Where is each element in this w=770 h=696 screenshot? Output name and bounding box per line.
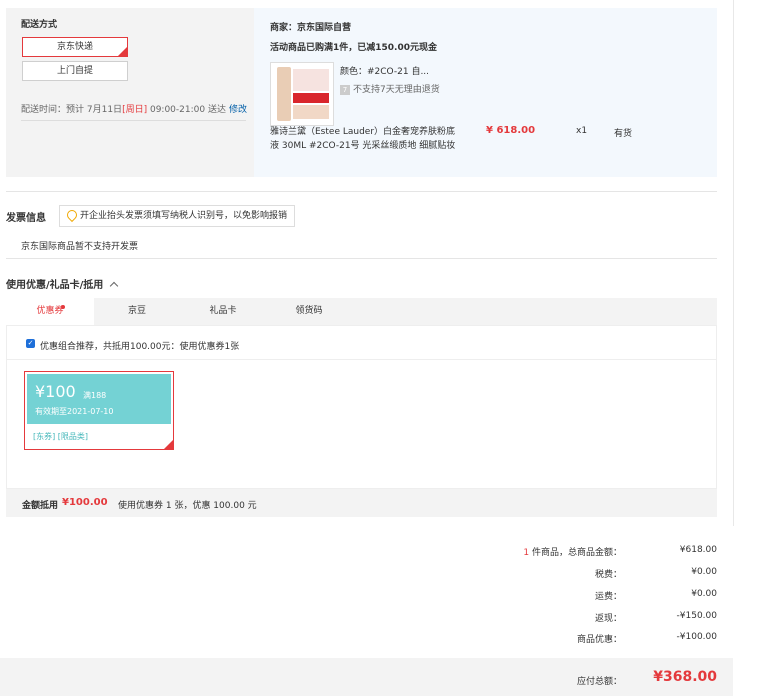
shipping-option-label: 京东快递	[56, 42, 93, 52]
discount-footer	[6, 489, 717, 517]
delivery-time: 配送时间：预计 7月11日[周日] 09:00-21:00 送达	[21, 102, 226, 115]
cashback-value: -¥150.00	[676, 611, 717, 621]
price-tag-icon	[293, 93, 329, 103]
coupon-tags: [东券] [限品类]	[33, 432, 89, 441]
delivery-range: 09:00-21:00 送达	[149, 105, 226, 115]
seller-name: 商家：京东国际自营	[270, 23, 352, 33]
location-pin-icon	[64, 207, 80, 223]
discount-title-text: 使用优惠/礼品卡/抵用	[6, 280, 104, 291]
product-qty: x1	[576, 126, 588, 136]
items-total-value: ¥618.00	[679, 545, 717, 555]
product-color: 颜色：#2CO-21 自...	[340, 67, 430, 77]
payable-bar	[0, 658, 733, 696]
coupon-card[interactable]: ¥100 满188 有效期至2021-07-10 [东券] [限品类]	[24, 371, 174, 450]
return-icon: 7	[340, 85, 350, 95]
return-policy: 7 不支持7天无理由退货	[340, 82, 440, 95]
payable-label: 应付总额：	[576, 677, 622, 687]
discount-footer-amount: ¥100.00	[62, 497, 108, 508]
divider	[6, 258, 717, 259]
discount-title[interactable]: 使用优惠/礼品卡/抵用	[6, 276, 119, 291]
edit-delivery-link[interactable]: 修改	[229, 102, 247, 115]
shipping-title: 配送方式	[21, 20, 58, 30]
selected-corner-icon	[164, 440, 173, 449]
product-title-line1: 雅诗兰黛（Estee Lauder）白金奢宠养肤粉底	[270, 127, 456, 137]
discount-label: 商品优惠：	[576, 635, 622, 645]
product-thumbnail[interactable]	[270, 62, 334, 126]
recommend-text: 优惠组合推荐，共抵用100.00元：使用优惠券1张	[40, 342, 240, 352]
items-label-text: 件商品，总商品金额：	[531, 548, 622, 558]
cashback-label: 返现：	[594, 614, 622, 624]
chevron-up-icon	[109, 281, 119, 291]
payable-value: ¥368.00	[653, 669, 717, 685]
product-title-line2: 液 30ML #2CO-21号 光采丝缎质地 细腻贴妆	[270, 141, 456, 151]
shipping-fee-label: 运费：	[594, 592, 622, 602]
promo-banner-icon	[293, 69, 329, 91]
return-policy-text: 不支持7天无理由退货	[353, 85, 440, 95]
product-stock: 有货	[614, 129, 633, 139]
discount-value: -¥100.00	[676, 632, 717, 642]
discount-footer-desc: 使用优惠券 1 张，优惠 100.00 元	[118, 501, 257, 511]
shipping-option-pickup[interactable]: 上门自提	[22, 61, 128, 81]
divider	[6, 191, 717, 192]
shipping-fee-value: ¥0.00	[691, 589, 717, 599]
coupon-condition: 满188	[83, 391, 107, 400]
coupon-validity: 有效期至2021-07-10	[35, 407, 114, 416]
delivery-time-label: 配送时间：	[21, 105, 67, 115]
tab-gift-card[interactable]: 礼品卡	[180, 298, 266, 325]
tab-jd-beans[interactable]: 京豆	[94, 298, 180, 325]
divider	[21, 120, 246, 121]
invoice-title: 发票信息	[6, 213, 46, 224]
tab-label: 优惠券	[36, 306, 64, 316]
delivery-date: 预计 7月11日	[66, 105, 123, 115]
tab-coupons[interactable]: 优惠券	[6, 298, 94, 325]
tab-redeem-code[interactable]: 领货码	[266, 298, 352, 325]
tax-label: 税费：	[594, 570, 622, 580]
invoice-tip: 开企业抬头发票须填写纳税人识别号，以免影响报销	[59, 205, 295, 227]
recommend-checkbox[interactable]: ✓	[26, 339, 35, 348]
coupon-header: ¥100 满188 有效期至2021-07-10	[27, 374, 171, 424]
foundation-bottle-icon	[277, 67, 291, 121]
product-price: ¥ 618.00	[486, 125, 536, 136]
coupon-amount: ¥100	[35, 382, 76, 401]
shipping-option-label: 上门自提	[56, 66, 93, 76]
delivery-day: [周日]	[122, 105, 148, 115]
product-title[interactable]: 雅诗兰黛（Estee Lauder）白金奢宠养肤粉底 液 30ML #2CO-2…	[270, 125, 470, 153]
promo-text: 活动商品已购满1件，已减150.00元现金	[270, 43, 437, 53]
items-total-label: 1 件商品，总商品金额：	[523, 545, 622, 558]
items-count: 1	[523, 548, 530, 558]
invoice-tip-text: 开企业抬头发票须填写纳税人识别号，以免影响报销	[80, 211, 288, 221]
invoice-note: 京东国际商品暂不支持开发票	[21, 242, 139, 252]
tax-value: ¥0.00	[691, 567, 717, 577]
selected-corner-icon	[118, 47, 127, 56]
divider	[6, 359, 717, 360]
new-dot-icon	[61, 305, 65, 309]
discount-footer-label: 金额抵用	[22, 501, 59, 511]
swatch-icon	[293, 105, 329, 119]
shipping-option-jd-express[interactable]: 京东快递	[22, 37, 128, 57]
